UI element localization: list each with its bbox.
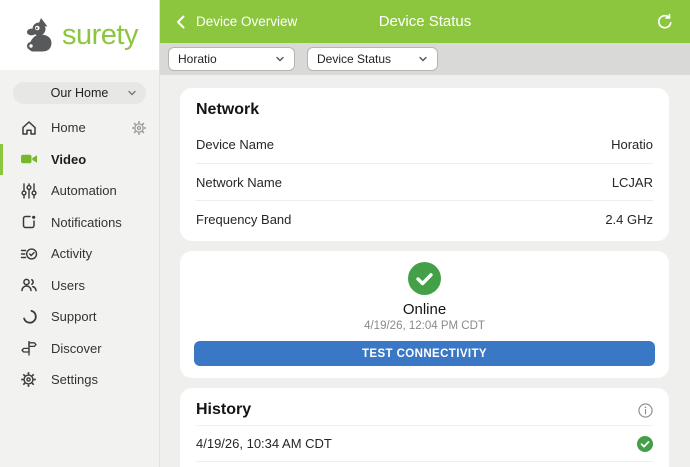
row-label: Network Name — [196, 175, 282, 190]
sidebar: surety Our Home Home — [0, 0, 160, 467]
brand-name: surety — [62, 21, 138, 50]
sidebar-item-label: Home — [51, 120, 86, 135]
sidebar-item-label: Video — [51, 152, 86, 167]
row-value: 2.4 GHz — [605, 212, 653, 227]
signpost-icon — [20, 339, 38, 357]
history-row: 4/19/26, 10:34 AM CDT — [196, 426, 653, 462]
sidebar-item-automation[interactable]: Automation — [0, 175, 159, 207]
home-icon — [20, 119, 38, 137]
sidebar-item-label: Discover — [51, 341, 102, 356]
top-navigation-bar: Device Overview Device Status — [160, 0, 690, 43]
page-title: Device Status — [379, 13, 472, 30]
network-card: Network Device Name Horatio Network Name… — [180, 88, 669, 241]
chevron-down-icon — [127, 88, 137, 98]
sidebar-item-support[interactable]: Support — [0, 301, 159, 333]
content-area: Network Device Name Horatio Network Name… — [160, 75, 690, 467]
home-selector-label: Our Home — [51, 86, 109, 100]
video-camera-icon — [20, 150, 38, 168]
sidebar-item-label: Settings — [51, 372, 98, 387]
frequency-band-row: Frequency Band 2.4 GHz — [196, 200, 653, 237]
sidebar-item-label: Users — [51, 278, 85, 293]
view-dropdown[interactable]: Device Status — [307, 47, 438, 71]
row-value: LCJAR — [612, 175, 653, 190]
chevron-down-icon — [275, 54, 285, 64]
support-icon — [20, 308, 38, 326]
test-connectivity-button[interactable]: TEST CONNECTIVITY — [194, 341, 655, 366]
history-card-title: History — [196, 401, 251, 419]
row-value: Horatio — [611, 137, 653, 152]
home-settings-gear-icon[interactable] — [131, 120, 147, 136]
device-dropdown-value: Horatio — [178, 52, 217, 66]
history-timestamp: 4/19/26, 10:34 AM CDT — [196, 436, 332, 451]
sidebar-item-users[interactable]: Users — [0, 270, 159, 302]
back-button[interactable]: Device Overview — [176, 14, 297, 29]
sidebar-item-label: Notifications — [51, 215, 122, 230]
online-check-icon — [408, 262, 441, 295]
row-label: Frequency Band — [196, 212, 291, 227]
users-icon — [20, 276, 38, 294]
sidebar-item-video[interactable]: Video — [0, 144, 159, 176]
sliders-icon — [20, 182, 38, 200]
row-label: Device Name — [196, 137, 274, 152]
gear-icon — [20, 371, 38, 389]
device-name-row: Device Name Horatio — [196, 126, 653, 163]
network-card-title: Network — [196, 88, 653, 126]
sidebar-item-label: Automation — [51, 183, 117, 198]
online-check-badge-icon — [637, 436, 653, 452]
connectivity-status-card: Online 4/19/26, 12:04 PM CDT TEST CONNEC… — [180, 251, 669, 378]
dog-logo-icon — [21, 18, 57, 52]
chevron-down-icon — [418, 54, 428, 64]
history-header: History — [196, 388, 653, 426]
sidebar-item-settings[interactable]: Settings — [0, 364, 159, 396]
notifications-icon — [20, 213, 38, 231]
app-window: surety Our Home Home — [0, 0, 690, 467]
refresh-icon[interactable] — [656, 13, 674, 31]
chevron-left-icon — [176, 15, 185, 29]
sidebar-item-label: Support — [51, 309, 97, 324]
info-icon[interactable] — [638, 403, 653, 418]
sidebar-item-label: Activity — [51, 246, 92, 261]
activity-list-check-icon — [20, 245, 38, 263]
home-selector-dropdown[interactable]: Our Home — [13, 82, 146, 104]
history-row: 4/19/26, 2:33 AM CDT — [196, 462, 653, 467]
view-dropdown-value: Device Status — [317, 52, 391, 66]
sidebar-item-activity[interactable]: Activity — [0, 238, 159, 270]
network-name-row: Network Name LCJAR — [196, 163, 653, 200]
status-timestamp: 4/19/26, 12:04 PM CDT — [364, 320, 485, 332]
status-state-text: Online — [403, 301, 446, 318]
surety-logo: surety — [0, 0, 159, 70]
sidebar-item-notifications[interactable]: Notifications — [0, 207, 159, 239]
history-card: History 4/19/26, 10:34 AM CDT 4/19/26, 2… — [180, 388, 669, 467]
sidebar-nav: Home Video — [0, 112, 159, 396]
filter-bar: Horatio Device Status — [160, 43, 690, 75]
sidebar-item-discover[interactable]: Discover — [0, 333, 159, 365]
back-label: Device Overview — [196, 14, 297, 29]
main-area: Device Overview Device Status Horatio De… — [160, 0, 690, 467]
device-dropdown[interactable]: Horatio — [168, 47, 295, 71]
sidebar-item-home[interactable]: Home — [0, 112, 159, 144]
